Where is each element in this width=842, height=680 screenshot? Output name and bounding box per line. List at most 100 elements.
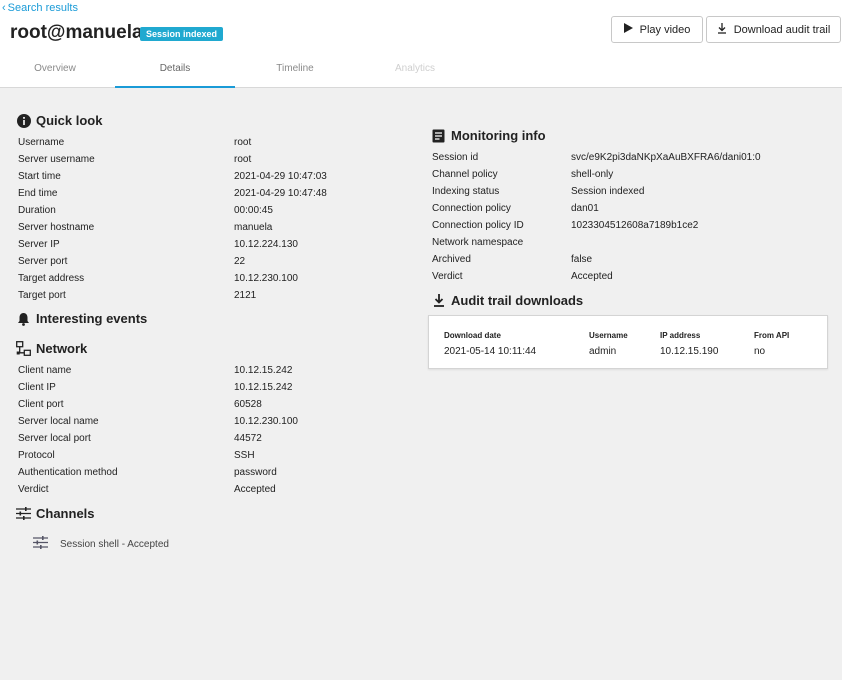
kv-row: Archived false [432, 254, 832, 271]
kv-key: Server port [18, 256, 68, 267]
channel-item[interactable]: Session shell - Accepted [33, 536, 169, 552]
kv-value: 2121 [234, 290, 257, 301]
channels-title: Channels [36, 506, 95, 521]
monitoring-info-heading: Monitoring info [431, 128, 546, 143]
channel-item-label: Session shell - Accepted [60, 538, 169, 550]
kv-key: Verdict [432, 271, 463, 282]
kv-value: 60528 [234, 399, 262, 410]
sliders-icon [16, 506, 31, 521]
download-icon [717, 22, 727, 37]
chevron-left-icon: ‹ [2, 2, 6, 14]
kv-key: Start time [18, 171, 61, 182]
download-audit-trail-button[interactable]: Download audit trail [706, 16, 841, 43]
kv-row: Server hostname manuela [18, 222, 398, 239]
kv-value: Accepted [234, 484, 276, 495]
kv-key: Target port [18, 290, 66, 301]
kv-key: Server local port [18, 433, 91, 444]
kv-value: root [234, 154, 252, 165]
kv-row: Client port 60528 [18, 399, 398, 416]
kv-key: Authentication method [18, 467, 118, 478]
audit-trail-downloads-heading: Audit trail downloads [431, 293, 583, 308]
back-to-search-link[interactable]: ‹ Search results [2, 2, 78, 14]
kv-row: Session id svc/e9K2pi3daNKpXaAuBXFRA6/dan… [432, 152, 832, 169]
audit-trail-downloads-title: Audit trail downloads [451, 293, 584, 308]
network-list: Client name 10.12.15.242 Client IP 10.12.1… [18, 365, 398, 501]
kv-row: Client IP 10.12.15.242 [18, 382, 398, 399]
sliders-icon [33, 536, 48, 552]
kv-value: 00:00:45 [234, 205, 273, 216]
kv-value: password [234, 467, 277, 478]
quick-look-heading: Quick look [16, 113, 102, 128]
info-icon [16, 113, 31, 128]
kv-key: Indexing status [432, 186, 500, 197]
kv-row: Connection policy ID 1023304512608a7189b1… [432, 220, 832, 237]
kv-key: Duration [18, 205, 56, 216]
table-cell: 10.12.15.190 [660, 346, 719, 357]
tab-details[interactable]: Details [115, 58, 235, 88]
network-icon [16, 341, 31, 356]
kv-row: Start time 2021-04-29 10:47:03 [18, 171, 398, 188]
kv-row: Server port 22 [18, 256, 398, 273]
status-badge: Session indexed [140, 27, 224, 41]
kv-value: root [234, 137, 252, 148]
play-video-label: Play video [639, 23, 691, 36]
kv-value: svc/e9K2pi3daNKpXaAuBXFRA6/dani01:0 [571, 152, 761, 163]
kv-value: manuela [234, 222, 273, 233]
kv-value: 10.12.230.100 [234, 416, 298, 427]
kv-row: Server username root [18, 154, 398, 171]
kv-key: Client name [18, 365, 72, 376]
kv-key: Connection policy [432, 203, 511, 214]
play-icon [623, 23, 633, 36]
kv-value: dan01 [571, 203, 599, 214]
audit-downloads-table: Download date Username IP address From A… [428, 315, 828, 369]
details-panel: Quick look Username root Server username r… [0, 88, 842, 680]
kv-value: 2021-04-29 10:47:48 [234, 188, 327, 199]
play-video-button[interactable]: Play video [611, 16, 703, 43]
kv-key: Server username [18, 154, 95, 165]
table-cell: admin [589, 346, 617, 357]
network-title: Network [36, 341, 88, 356]
interesting-events-title: Interesting events [36, 311, 148, 326]
kv-key: Server local name [18, 416, 99, 427]
kv-value: 10.12.230.100 [234, 273, 298, 284]
kv-row: Username root [18, 137, 398, 154]
kv-row: Duration 00:00:45 [18, 205, 398, 222]
interesting-events-heading: Interesting events [16, 311, 147, 326]
kv-row: Channel policy shell-only [432, 169, 832, 186]
kv-key: Client port [18, 399, 64, 410]
page-title: root@manuela [10, 22, 143, 43]
download-audit-label: Download audit trail [733, 23, 831, 36]
kv-row: Connection policy dan01 [432, 203, 832, 220]
kv-key: End time [18, 188, 58, 199]
kv-key: Protocol [18, 450, 55, 461]
kv-row: Target port 2121 [18, 290, 398, 307]
monitoring-info-list: Session id svc/e9K2pi3daNKpXaAuBXFRA6/dan… [432, 152, 832, 288]
quick-look-title: Quick look [36, 113, 103, 128]
kv-value: shell-only [571, 169, 614, 180]
kv-value: Session indexed [571, 186, 645, 197]
column-header: Download date [444, 331, 501, 340]
kv-value: 10.12.15.242 [234, 382, 293, 393]
kv-row: Network namespace [432, 237, 832, 254]
kv-key: Username [18, 137, 65, 148]
tab-timeline[interactable]: Timeline [235, 58, 355, 88]
kv-key: Server hostname [18, 222, 95, 233]
kv-value: 10.12.15.242 [234, 365, 293, 376]
quick-look-list: Username root Server username root Start t… [18, 137, 398, 307]
kv-key: Channel policy [432, 169, 498, 180]
kv-key: Server IP [18, 239, 60, 250]
page-header: ‹ Search results root@manuela Session in… [0, 0, 842, 88]
kv-value: 22 [234, 256, 246, 267]
kv-row: Authentication method password [18, 467, 398, 484]
kv-value: 44572 [234, 433, 262, 444]
download-icon [431, 293, 446, 308]
kv-key: Archived [432, 254, 471, 265]
kv-key: Verdict [18, 484, 49, 495]
column-header: IP address [660, 331, 701, 340]
bell-icon [16, 311, 31, 326]
kv-row: Verdict Accepted [18, 484, 398, 501]
tab-overview[interactable]: Overview [0, 58, 115, 88]
kv-row: Indexing status Session indexed [432, 186, 832, 203]
table-cell: no [754, 346, 766, 357]
tab-analytics: Analytics [394, 63, 435, 74]
